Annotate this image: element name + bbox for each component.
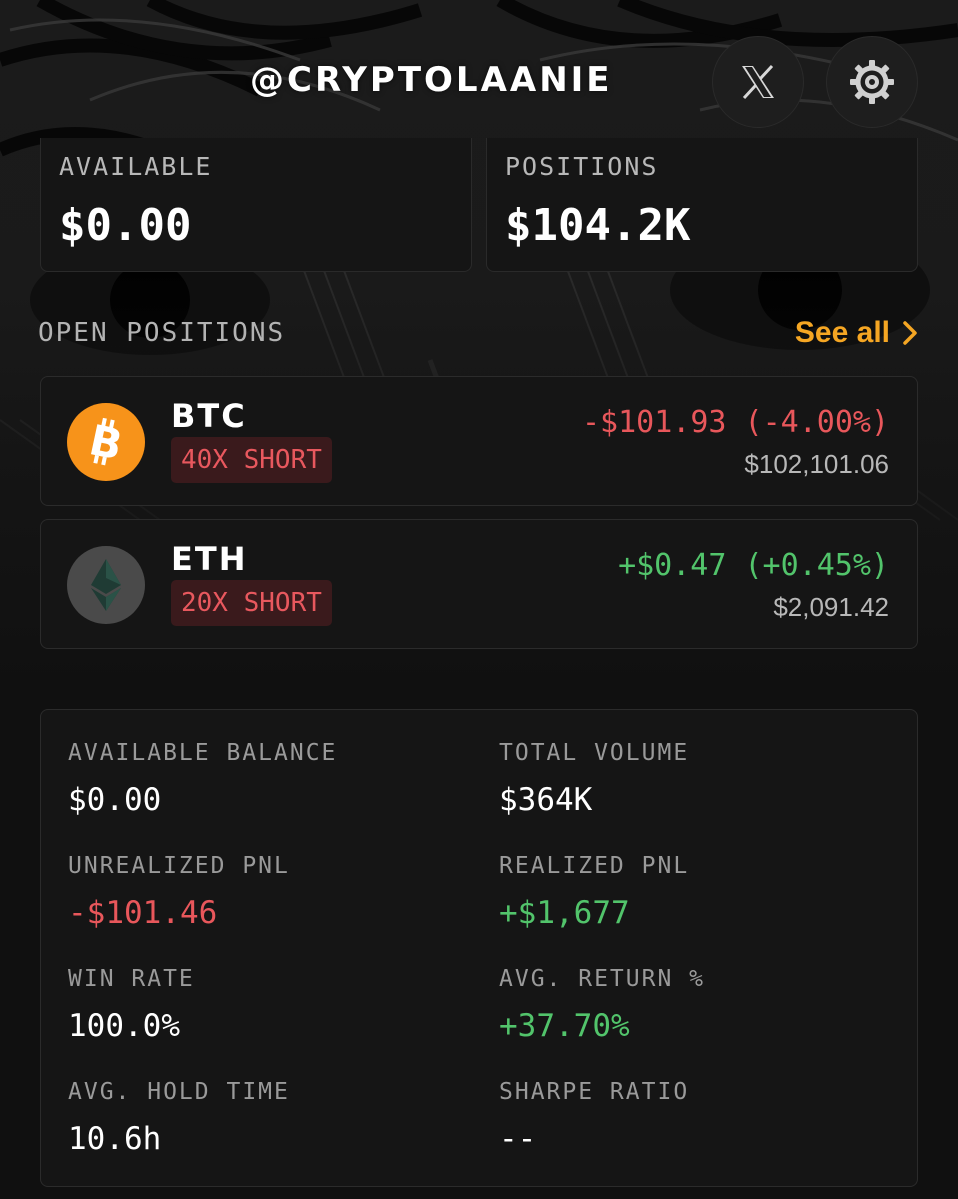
stats-panel: AVAILABLE BALANCE $0.00 TOTAL VOLUME $36… [40, 709, 918, 1187]
see-all-link[interactable]: See all [795, 316, 918, 350]
ethereum-icon [67, 546, 145, 624]
stat-label: AVAILABLE BALANCE [68, 740, 338, 766]
settings-button[interactable] [826, 36, 918, 128]
stat-label: UNREALIZED PNL [68, 853, 290, 879]
leverage-badge: 40X SHORT [171, 437, 332, 483]
stat-value: 10.6h [68, 1121, 162, 1157]
available-value: $0.00 [59, 200, 192, 251]
stat-label: WIN RATE [68, 966, 195, 992]
position-price: $102,101.06 [744, 449, 889, 479]
position-pnl: -$101.93 (-4.00%) [581, 405, 889, 440]
position-row-btc[interactable]: B BTC 40X SHORT -$101.93 (-4.00%) $102,1… [40, 376, 918, 506]
gear-icon [850, 60, 894, 104]
position-row-eth[interactable]: ETH 20X SHORT +$0.47 (+0.45%) $2,091.42 [40, 519, 918, 649]
chevron-right-icon [903, 321, 917, 345]
username-handle: @CRYPTOLAANIE [250, 60, 613, 100]
available-label: AVAILABLE [59, 152, 213, 181]
stat-sharpe-ratio: SHARPE RATIO -- [499, 1079, 689, 1157]
stat-value: +37.70% [499, 1008, 630, 1044]
coin-symbol: BTC [171, 397, 247, 435]
stat-unrealized-pnl: UNREALIZED PNL -$101.46 [68, 853, 290, 931]
stat-value: +$1,677 [499, 895, 630, 931]
position-pnl: +$0.47 (+0.45%) [618, 548, 889, 583]
stat-realized-pnl: REALIZED PNL +$1,677 [499, 853, 689, 931]
position-price: $2,091.42 [773, 592, 889, 622]
stat-win-rate: WIN RATE 100.0% [68, 966, 195, 1044]
stat-label: AVG. HOLD TIME [68, 1079, 290, 1105]
stat-label: TOTAL VOLUME [499, 740, 690, 766]
stat-label: SHARPE RATIO [499, 1079, 690, 1105]
stat-available-balance: AVAILABLE BALANCE $0.00 [68, 740, 337, 818]
coin-symbol: ETH [171, 540, 248, 578]
stat-avg-return: AVG. RETURN % +37.70% [499, 966, 705, 1044]
stat-label: REALIZED PNL [499, 853, 690, 879]
stat-value: 100.0% [68, 1008, 180, 1044]
stat-label: AVG. RETURN % [499, 966, 706, 992]
positions-label: POSITIONS [505, 152, 659, 181]
stat-avg-hold-time: AVG. HOLD TIME 10.6h [68, 1079, 290, 1157]
positions-card: POSITIONS $104.2K [486, 138, 918, 272]
stat-value: -- [499, 1121, 537, 1157]
stat-value: $364K [499, 782, 593, 818]
leverage-badge: 20X SHORT [171, 580, 332, 626]
open-positions-title: OPEN POSITIONS [38, 318, 286, 348]
x-logo-icon [742, 64, 774, 100]
stat-value: $0.00 [68, 782, 162, 818]
stat-total-volume: TOTAL VOLUME $364K [499, 740, 689, 818]
x-profile-button[interactable] [712, 36, 804, 128]
positions-value: $104.2K [505, 200, 691, 251]
profile-page: @CRYPTOLAANIE AVAILABLE $0.00 POSITIONS … [0, 0, 958, 1199]
stat-value: -$101.46 [68, 895, 218, 931]
content: @CRYPTOLAANIE AVAILABLE $0.00 POSITIONS … [0, 0, 958, 1199]
available-card: AVAILABLE $0.00 [40, 138, 472, 272]
see-all-label: See all [794, 316, 890, 349]
bitcoin-icon: B [67, 403, 145, 481]
